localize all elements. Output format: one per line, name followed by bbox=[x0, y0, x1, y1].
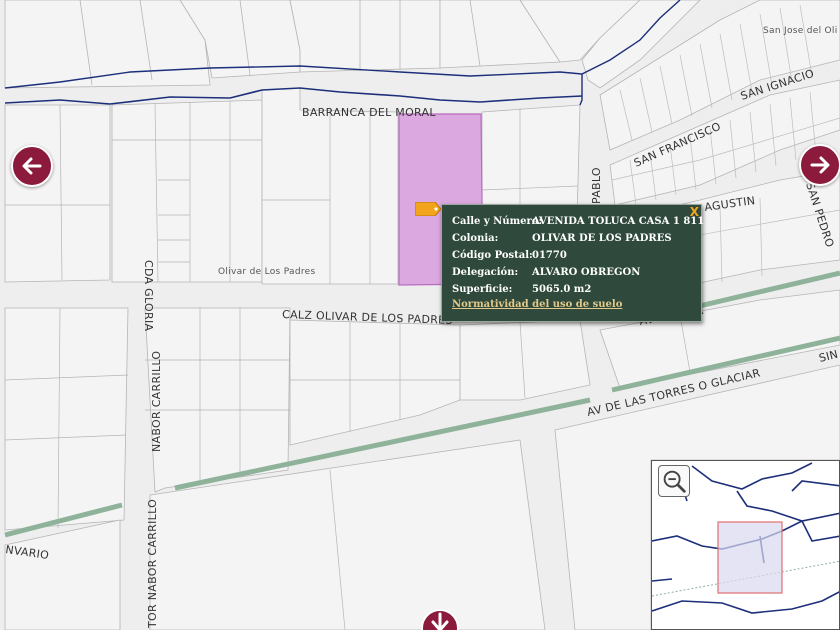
parcel-info-popup: X Calle y Número: AVENIDA TOLUCA CASA 1 … bbox=[441, 204, 704, 322]
popup-value: 5065.0 m2 bbox=[532, 284, 592, 295]
popup-row-address: Calle y Número: AVENIDA TOLUCA CASA 1 81… bbox=[452, 213, 704, 230]
street-label-pablo: PABLO bbox=[590, 167, 603, 204]
popup-label: Colonia: bbox=[452, 233, 499, 244]
popup-value: OLIVAR DE LOS PADRES bbox=[532, 233, 672, 244]
popup-row-superficie: Superficie: 5065.0 m2 bbox=[452, 281, 691, 298]
popup-row-colonia: Colonia: OLIVAR DE LOS PADRES bbox=[452, 230, 691, 247]
popup-label: Calle y Número: bbox=[452, 216, 543, 227]
popup-label: Superficie: bbox=[452, 284, 513, 295]
pan-right-button[interactable] bbox=[799, 144, 840, 186]
overview-extent-box[interactable] bbox=[717, 521, 783, 594]
arrow-left-icon bbox=[22, 157, 42, 175]
arrow-right-icon bbox=[810, 156, 830, 174]
street-label-nabor-carrillo: NABOR CARRILLO bbox=[150, 351, 163, 452]
land-use-link[interactable]: Normatividad del uso de suelo bbox=[452, 299, 622, 310]
popup-value: ALVARO OBREGON bbox=[532, 267, 641, 278]
popup-pointer-tag bbox=[415, 202, 441, 216]
popup-row-postal-code: Código Postal: 01770 bbox=[452, 247, 691, 264]
popup-row-delegacion: Delegación: ALVARO OBREGON bbox=[452, 264, 691, 281]
popup-value: AVENIDA TOLUCA CASA 1 811 bbox=[532, 216, 705, 227]
street-label-cda-gloria: CDA GLORIA bbox=[142, 260, 155, 331]
street-label-olivar-de-los-padres: Olivar de Los Padres bbox=[218, 267, 316, 277]
popup-value: 01770 bbox=[532, 250, 567, 261]
pan-left-button[interactable] bbox=[11, 145, 53, 187]
popup-label: Delegación: bbox=[452, 267, 519, 278]
popup-label: Código Postal: bbox=[452, 250, 533, 261]
street-label-tor-nabor-carrillo: TOR NABOR CARRILLO bbox=[146, 499, 159, 629]
zoom-out-icon bbox=[663, 470, 686, 493]
zoom-out-button[interactable] bbox=[658, 465, 690, 497]
street-label-san-jose-del-olivar: San Jose del Oli bbox=[763, 26, 838, 36]
street-label-barranca-del-moral: BARRANCA DEL MORAL bbox=[302, 106, 436, 119]
popup-close-button[interactable]: X bbox=[690, 205, 699, 219]
